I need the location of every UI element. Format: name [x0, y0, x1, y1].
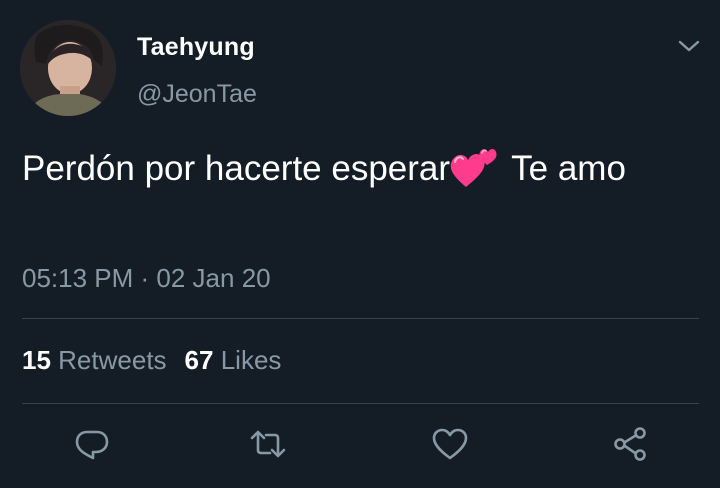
retweets-label: Retweets — [58, 345, 167, 375]
likes-stat[interactable]: 67 Likes — [185, 345, 282, 375]
share-icon[interactable] — [610, 424, 650, 464]
tweet-stats: 15 Retweets 67 Likes — [22, 345, 281, 376]
like-icon[interactable] — [430, 424, 470, 464]
divider — [22, 403, 699, 404]
retweets-count: 15 — [22, 345, 51, 375]
tweet-time: 05:13 PM — [22, 263, 134, 293]
tweet-text-part: Te amo — [502, 149, 626, 188]
avatar[interactable] — [20, 20, 116, 116]
two-hearts-emoji-icon — [450, 143, 498, 189]
retweet-icon[interactable] — [248, 424, 288, 464]
tweet-text-part: Perdón por hacerte esperar — [22, 149, 451, 188]
likes-count: 67 — [184, 345, 214, 375]
likes-label: Likes — [220, 345, 282, 375]
reply-icon[interactable] — [72, 424, 112, 464]
chevron-down-icon[interactable] — [676, 36, 702, 56]
tweet-date: 02 Jan 20 — [156, 263, 271, 293]
avatar-photo — [20, 20, 116, 116]
retweets-stat[interactable]: 15 Retweets — [22, 345, 167, 375]
timestamp[interactable]: 05:13 PM · 02 Jan 20 — [22, 263, 271, 294]
display-name[interactable]: Taehyung — [137, 33, 255, 62]
meta-separator: · — [133, 263, 157, 293]
user-handle[interactable]: @JeonTae — [137, 80, 257, 109]
divider — [22, 318, 699, 319]
tweet-card: Taehyung @JeonTae Perdón por hacerte esp… — [0, 0, 720, 488]
tweet-text: Perdón por hacerte esperar Te amo — [22, 142, 682, 196]
